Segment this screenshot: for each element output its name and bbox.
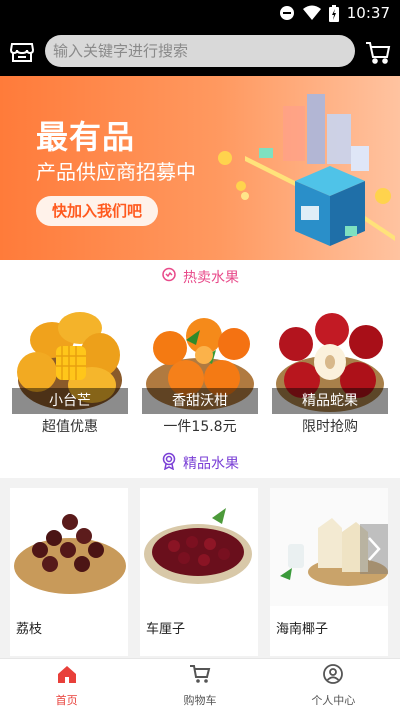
nav-profile[interactable]: 个人中心 [267, 659, 400, 711]
recruit-banner[interactable]: 最有品 产品供应商招募中 快加入我们吧 [0, 76, 400, 260]
hot-item-desc: 超值优惠 [42, 419, 98, 435]
carousel-next-button[interactable] [360, 524, 388, 574]
search-bar[interactable] [45, 35, 355, 67]
top-bar [0, 28, 400, 76]
store-icon[interactable] [8, 38, 36, 66]
battery-icon [328, 4, 339, 22]
lychee-image [10, 488, 128, 606]
hot-item-name: 香甜沃柑 [142, 388, 258, 414]
premium-item-name: 荔枝 [16, 622, 43, 637]
hot-item-name: 精品蛇果 [272, 388, 388, 414]
hot-item-name: 小台芒 [12, 388, 128, 414]
chevron-right-icon [368, 537, 381, 561]
medal-icon [161, 452, 177, 474]
nav-label: 首页 [55, 693, 78, 707]
premium-item-cherry[interactable]: 车厘子 [140, 488, 258, 656]
hot-item-orange[interactable]: 香甜沃柑 一件15.8元 [142, 300, 258, 436]
premium-item-name: 车厘子 [146, 622, 186, 637]
cart-icon[interactable] [364, 38, 392, 66]
hot-item-mango[interactable]: 小台芒 超值优惠 [12, 300, 128, 436]
cart-icon [189, 663, 211, 689]
hot-section-header: 热卖水果 [0, 262, 400, 292]
supply-chain-illustration [218, 94, 395, 246]
premium-fruit-section: 精品水果 荔枝 车厘子 海南椰子 [0, 448, 400, 658]
premium-section-header: 精品水果 [0, 448, 400, 478]
banner-title: 最有品 [36, 118, 136, 156]
search-input[interactable] [45, 35, 355, 67]
nav-label: 个人中心 [311, 693, 356, 707]
wifi-icon [302, 5, 321, 21]
hot-section-title: 热卖水果 [183, 270, 239, 286]
user-icon [322, 663, 344, 689]
nav-cart[interactable]: 购物车 [133, 659, 266, 711]
nav-label: 购物车 [183, 693, 217, 707]
nav-home[interactable]: 首页 [0, 659, 133, 711]
hot-fruit-section: 热卖水果 小台芒 超值优惠 香甜沃柑 一件15.8元 精品蛇果 限时抢购 [0, 260, 400, 448]
banner-subtitle: 产品供应商招募中 [36, 160, 196, 184]
hot-item-apple[interactable]: 精品蛇果 限时抢购 [272, 300, 388, 436]
status-time: 10:37 [346, 4, 390, 22]
home-icon [56, 663, 78, 689]
hot-item-desc: 一件15.8元 [163, 419, 237, 435]
hot-item-desc: 限时抢购 [302, 419, 358, 435]
status-bar: 10:37 [0, 0, 400, 28]
premium-section-title: 精品水果 [183, 456, 239, 472]
do-not-disturb-icon [279, 5, 295, 21]
premium-item-lychee[interactable]: 荔枝 [10, 488, 128, 656]
chat-bubble-icon [161, 267, 177, 287]
cherry-image [140, 488, 258, 606]
premium-item-name: 海南椰子 [276, 622, 329, 637]
bottom-navigation: 首页 购物车 个人中心 [0, 658, 400, 711]
join-button[interactable]: 快加入我们吧 [36, 196, 158, 226]
